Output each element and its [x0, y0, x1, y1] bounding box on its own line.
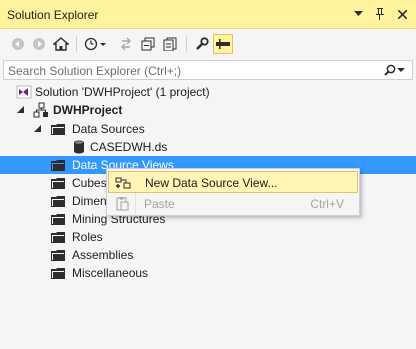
tree-item-solution[interactable]: Solution 'DWHProject' (1 project): [0, 83, 416, 101]
tree-item-label: DWHProject: [53, 103, 123, 117]
preview-selected-items-icon[interactable]: [213, 34, 233, 54]
tree-item-label: Assemblies: [72, 248, 134, 262]
folder-icon: [51, 250, 65, 261]
project-cube-icon: [33, 102, 48, 118]
folder-icon: [51, 232, 65, 243]
expanded-arrow-icon[interactable]: [16, 105, 26, 115]
folder-icon: [51, 214, 65, 225]
tree-item-data-sources[interactable]: Data Sources: [0, 120, 416, 138]
window-title: Solution Explorer: [7, 8, 99, 22]
new-data-source-view-icon: [115, 177, 131, 189]
pending-changes-filter-icon[interactable]: [83, 34, 109, 54]
forward-icon[interactable]: [29, 34, 49, 54]
toolbar-separator: [186, 36, 187, 52]
folder-icon: [51, 160, 65, 171]
folder-icon: [51, 178, 65, 189]
pin-icon[interactable]: [372, 5, 388, 23]
menu-item-label: Paste: [144, 197, 175, 211]
folder-icon: [51, 268, 65, 279]
toolbar: [0, 29, 416, 59]
menu-item-new-data-source-view[interactable]: New Data Source View...: [108, 171, 358, 193]
search-icon[interactable]: [384, 63, 408, 77]
menu-item-label: New Data Source View...: [145, 176, 278, 190]
tree-item-assemblies[interactable]: Assemblies: [0, 246, 416, 264]
tree-item-casedwh[interactable]: CASEDWH.ds: [0, 138, 416, 156]
properties-wrench-icon[interactable]: [192, 34, 212, 54]
tree-item-label: Miscellaneous: [72, 266, 149, 280]
paste-icon: [116, 197, 129, 211]
tree-item-project[interactable]: DWHProject: [0, 101, 416, 119]
tree-item-miscellaneous[interactable]: Miscellaneous: [0, 264, 416, 282]
title-bar-buttons: [350, 5, 410, 23]
folder-icon: [51, 196, 65, 207]
search-placeholder: Search Solution Explorer (Ctrl+;): [8, 64, 182, 78]
show-all-files-icon[interactable]: [160, 34, 180, 54]
dropdown-icon[interactable]: [350, 5, 366, 23]
sync-icon[interactable]: [116, 34, 136, 54]
tree-item-label: Cubes: [72, 176, 107, 190]
tree-item-label: Data Sources: [72, 122, 145, 136]
database-icon: [74, 140, 84, 154]
close-icon[interactable]: [394, 5, 410, 23]
menu-item-shortcut: Ctrl+V: [310, 197, 344, 211]
search-input[interactable]: Search Solution Explorer (Ctrl+;): [3, 60, 413, 80]
home-icon[interactable]: [51, 34, 71, 54]
menu-item-paste: Paste Ctrl+V: [108, 193, 358, 215]
tree-item-roles[interactable]: Roles: [0, 228, 416, 246]
toolbar-separator: [76, 36, 77, 52]
context-menu: New Data Source View... Paste Ctrl+V: [106, 168, 360, 216]
expanded-arrow-icon[interactable]: [33, 124, 43, 134]
solution-tree: Solution 'DWHProject' (1 project) DWHPro…: [0, 83, 416, 349]
title-bar: Solution Explorer: [0, 0, 416, 29]
tree-item-label: Roles: [72, 230, 103, 244]
tree-item-label: Solution 'DWHProject' (1 project): [35, 85, 210, 99]
folder-icon: [51, 124, 65, 135]
visual-studio-solution-icon: [16, 85, 32, 99]
tree-item-label: CASEDWH.ds: [90, 140, 168, 154]
collapse-all-icon[interactable]: [138, 34, 158, 54]
back-icon[interactable]: [8, 34, 28, 54]
